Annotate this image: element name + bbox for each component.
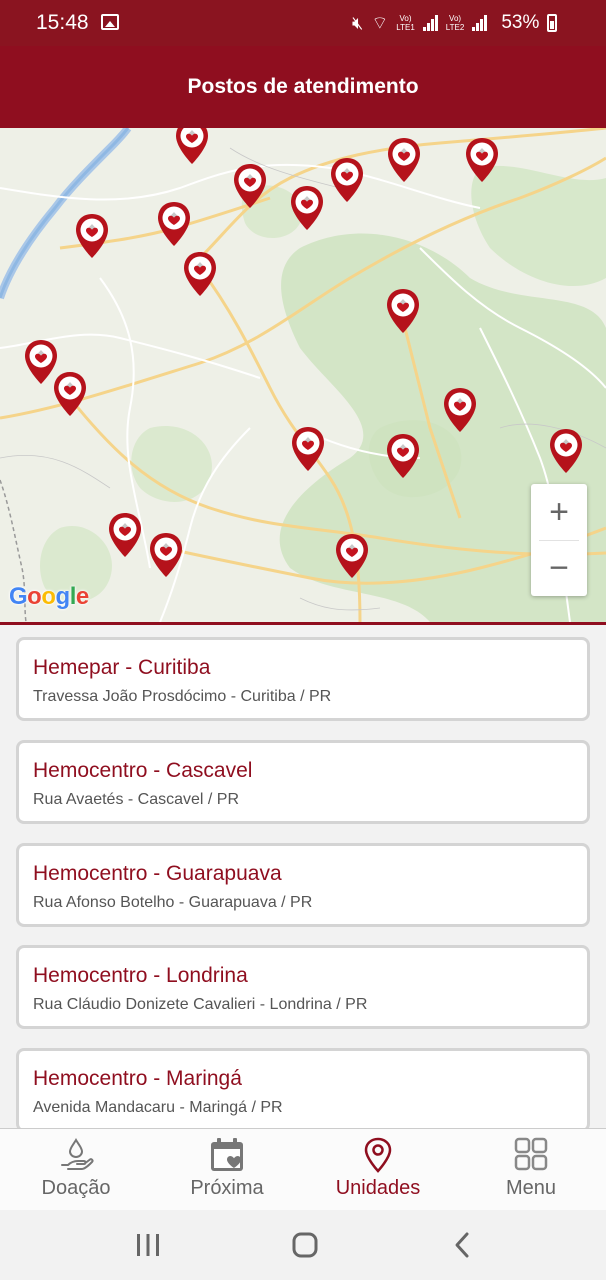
unit-card[interactable]: Hemocentro - Guarapuava Rua Afonso Botel… [16, 843, 590, 927]
map-marker[interactable] [289, 425, 327, 473]
map-marker[interactable] [73, 212, 111, 260]
unit-address: Avenida Mandacaru - Maringá / PR [33, 1099, 283, 1116]
battery-percentage: 53% [501, 12, 540, 33]
system-nav-bar [0, 1210, 606, 1280]
home-icon[interactable] [285, 1230, 325, 1260]
unit-name: Hemocentro - Maringá [33, 1067, 242, 1090]
status-time: 15:48 [36, 11, 89, 34]
map-marker[interactable] [333, 532, 371, 580]
page-title: Postos de atendimento [187, 75, 419, 98]
nav-item-menu[interactable]: Menu [461, 1129, 601, 1211]
unit-name: Hemocentro - Guarapuava [33, 862, 282, 885]
zoom-controls: + − [531, 484, 587, 596]
volte-lte2-icon: Vo) LTE2 [445, 14, 465, 32]
google-logo: Google [9, 583, 89, 610]
nav-label: Próxima [190, 1177, 264, 1199]
map-marker[interactable] [384, 432, 422, 480]
calendar-heart-icon [211, 1138, 243, 1171]
nav-item-doacao[interactable]: Doação [6, 1129, 146, 1211]
unit-address: Rua Afonso Botelho - Guarapuava / PR [33, 894, 313, 911]
map-marker[interactable] [231, 162, 269, 210]
mute-icon: 🔇︎ [352, 12, 364, 33]
unit-card[interactable]: Hemocentro - Londrina Rua Cláudio Donize… [16, 945, 590, 1029]
unit-card[interactable]: Hemocentro - Cascavel Rua Avaetés - Casc… [16, 740, 590, 824]
unit-name: Hemocentro - Londrina [33, 964, 248, 987]
volte-lte1-icon: Vo) LTE1 [396, 14, 415, 32]
nav-label: Menu [505, 1177, 557, 1199]
map-marker[interactable] [441, 386, 479, 434]
units-list[interactable]: Hemepar - Curitiba Travessa João Prosdóc… [0, 625, 606, 1128]
unit-card[interactable]: Hemocentro - Maringá Avenida Mandacaru -… [16, 1048, 590, 1128]
unit-address: Rua Avaetés - Cascavel / PR [33, 791, 240, 808]
app-header: Postos de atendimento [0, 46, 606, 128]
back-icon[interactable] [443, 1230, 483, 1260]
wifi-icon: ⌔ [371, 12, 389, 33]
hand-drop-icon [61, 1138, 94, 1170]
unit-card[interactable]: Hemepar - Curitiba Travessa João Prosdóc… [16, 637, 590, 721]
map-marker[interactable] [173, 128, 211, 166]
map-marker[interactable] [147, 531, 185, 579]
unit-name: Hemocentro - Cascavel [33, 759, 253, 782]
bottom-nav: Doação Próxima Unidades Menu [0, 1128, 606, 1210]
signal-icon [422, 15, 438, 31]
nav-item-unidades[interactable]: Unidades [308, 1129, 448, 1211]
nav-label: Doação [41, 1177, 111, 1199]
map-marker[interactable] [106, 511, 144, 559]
image-icon [101, 14, 119, 30]
status-bar: 15:48 🔇︎ ⌔ Vo) LTE1 Vo) LTE2 53% [0, 0, 606, 46]
map-marker[interactable] [547, 427, 585, 475]
nav-label: Unidades [335, 1177, 421, 1199]
map-marker[interactable] [181, 250, 219, 298]
signal-icon [472, 15, 488, 31]
recent-apps-icon[interactable] [128, 1230, 168, 1260]
map-marker[interactable] [328, 156, 366, 204]
zoom-in-button[interactable]: + [531, 484, 587, 540]
map-marker[interactable] [463, 136, 501, 184]
map-marker[interactable] [51, 370, 89, 418]
zoom-out-button[interactable]: − [531, 540, 587, 596]
status-icons: 🔇︎ ⌔ Vo) LTE1 Vo) LTE2 53% [352, 10, 558, 36]
location-pin-icon [364, 1137, 392, 1173]
map-marker[interactable] [385, 136, 423, 184]
grid-icon [514, 1137, 548, 1171]
unit-address: Rua Cláudio Donizete Cavalieri - Londrin… [33, 996, 368, 1013]
map-marker[interactable] [384, 287, 422, 335]
nav-item-proxima[interactable]: Próxima [157, 1129, 297, 1211]
map-marker[interactable] [155, 200, 193, 248]
zoom-divider [539, 540, 579, 541]
battery-icon [547, 14, 558, 32]
map[interactable]: + − Google [0, 128, 606, 622]
unit-name: Hemepar - Curitiba [33, 656, 211, 679]
map-marker[interactable] [288, 184, 326, 232]
unit-address: Travessa João Prosdócimo - Curitiba / PR [33, 688, 332, 705]
